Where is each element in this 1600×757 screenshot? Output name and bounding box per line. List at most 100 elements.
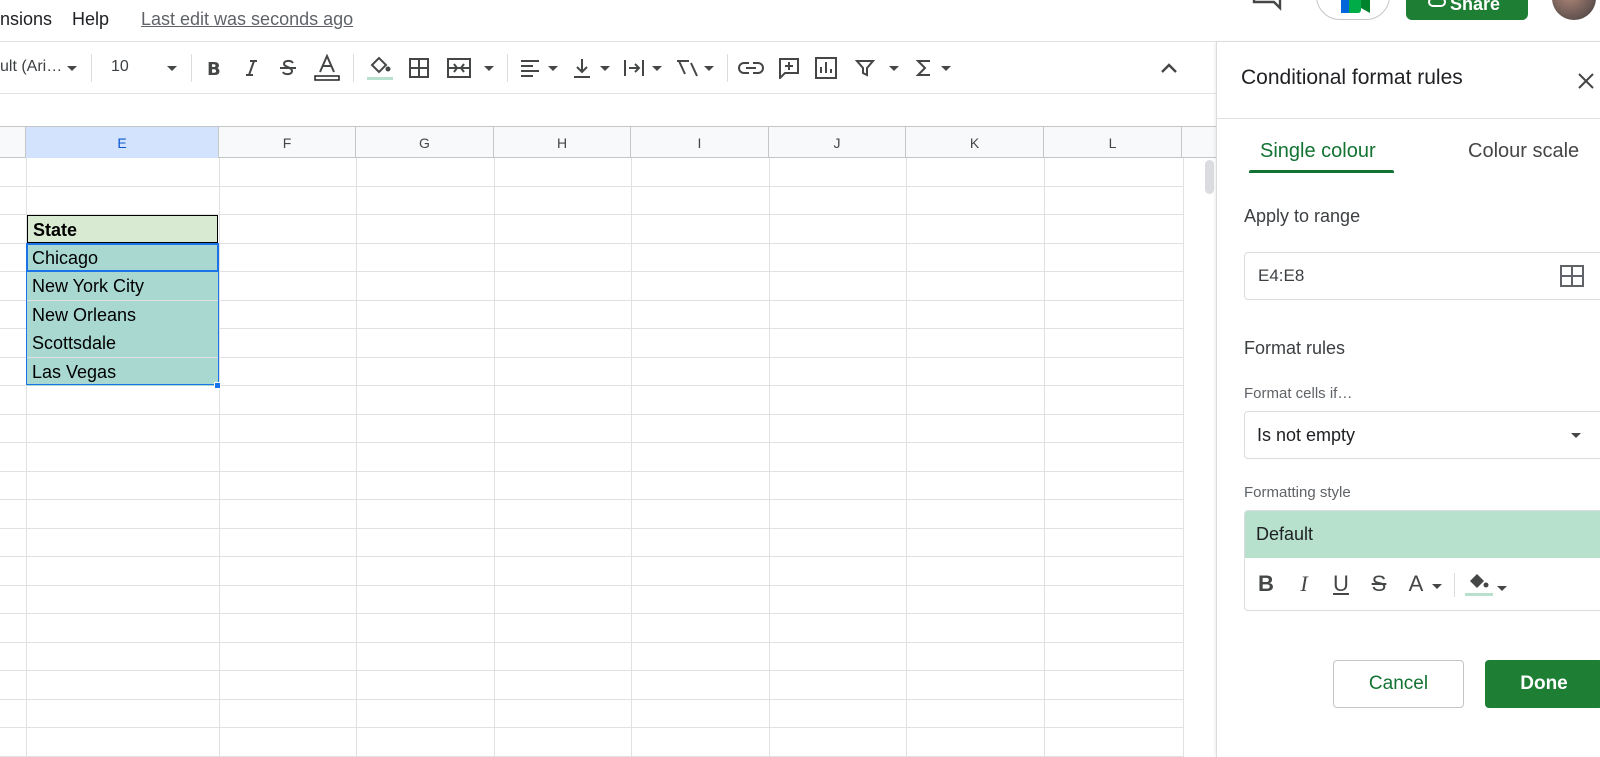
fill-color-icon[interactable] — [366, 54, 394, 82]
chevron-down-icon — [1571, 433, 1581, 438]
formula-bar[interactable] — [0, 94, 1216, 127]
tab-single-colour[interactable]: Single colour — [1260, 140, 1376, 163]
merge-caret-icon[interactable] — [484, 66, 494, 71]
range-input[interactable]: E4:E8 — [1244, 252, 1600, 300]
column-header-l[interactable]: L — [1044, 127, 1182, 158]
borders-icon[interactable] — [405, 54, 433, 82]
column-header-h[interactable]: H — [494, 127, 631, 158]
horizontal-align-caret-icon[interactable] — [548, 66, 558, 71]
menu-help[interactable]: Help — [72, 9, 109, 30]
comment-history-icon[interactable] — [1252, 0, 1286, 18]
text-color-icon[interactable] — [313, 54, 341, 82]
fill-color-caret-icon[interactable] — [1497, 586, 1507, 591]
insert-link-icon[interactable] — [737, 54, 765, 82]
grid-line — [0, 442, 1183, 443]
menu-extensions[interactable]: nsions — [0, 9, 52, 30]
cell-area[interactable]: State Chicago New York City New Orleans … — [0, 158, 1216, 757]
toolbar-divider — [727, 54, 728, 82]
font-size-caret-icon[interactable] — [167, 66, 177, 71]
avatar[interactable] — [1552, 0, 1596, 20]
toolbar-divider — [91, 54, 92, 82]
text-wrapping-caret-icon[interactable] — [652, 66, 662, 71]
strikethrough-icon[interactable] — [274, 54, 302, 82]
toolbar-divider — [353, 54, 354, 82]
row-header-corner — [0, 127, 26, 158]
range-value: E4:E8 — [1258, 266, 1305, 285]
style-fill-color-icon[interactable] — [1465, 569, 1493, 599]
column-header-g[interactable]: G — [356, 127, 494, 158]
bold-icon[interactable]: B — [199, 54, 227, 82]
functions-icon[interactable] — [910, 54, 938, 82]
vertical-align-icon[interactable] — [568, 54, 596, 82]
link-icon — [1428, 0, 1446, 7]
grid-line — [494, 158, 495, 757]
select-range-icon[interactable] — [1560, 265, 1584, 287]
style-italic-icon[interactable]: I — [1290, 569, 1318, 599]
share-label: Share — [1450, 0, 1501, 14]
insert-chart-icon[interactable] — [812, 54, 840, 82]
panel-title: Conditional format rules — [1241, 66, 1463, 89]
column-header-f[interactable]: F — [219, 127, 356, 158]
cell-e3[interactable]: State — [27, 215, 218, 243]
done-button[interactable]: Done — [1485, 660, 1600, 708]
font-family-caret-icon[interactable] — [67, 66, 77, 71]
cell-e5[interactable]: New York City — [27, 272, 218, 300]
svg-text:B: B — [207, 59, 221, 77]
last-edit-link[interactable]: Last edit was seconds ago — [141, 9, 353, 30]
tab-colour-scale[interactable]: Colour scale — [1468, 140, 1579, 163]
text-color-caret-icon[interactable] — [1432, 584, 1442, 589]
grid-line — [0, 585, 1183, 586]
vertical-align-caret-icon[interactable] — [600, 66, 610, 71]
style-text-color-icon[interactable]: A — [1402, 569, 1430, 599]
cell-e8[interactable]: Las Vegas — [27, 358, 218, 386]
fill-handle[interactable] — [214, 382, 221, 389]
share-button[interactable]: Share — [1406, 0, 1528, 20]
grid-line — [0, 414, 1183, 415]
meet-icon — [1341, 0, 1370, 13]
close-icon[interactable] — [1575, 70, 1597, 92]
cancel-button[interactable]: Cancel — [1333, 660, 1464, 708]
condition-select[interactable]: Is not empty — [1244, 411, 1600, 459]
functions-caret-icon[interactable] — [941, 66, 951, 71]
italic-icon[interactable] — [237, 54, 265, 82]
font-size-select[interactable]: 10 — [111, 58, 129, 76]
text-rotation-icon[interactable] — [673, 54, 701, 82]
sheet-grid: E F G H I J K L State Chicago New York C… — [0, 94, 1216, 757]
filter-icon[interactable] — [851, 54, 879, 82]
menu-bar: nsions Help Last edit was seconds ago Sh… — [0, 0, 1600, 42]
column-header-k[interactable]: K — [906, 127, 1044, 158]
style-underline-icon[interactable]: U — [1327, 569, 1355, 599]
text-wrapping-icon[interactable] — [620, 54, 648, 82]
font-family-select[interactable]: ult (Ari… — [0, 58, 62, 76]
collapse-toolbar-icon[interactable] — [1155, 54, 1183, 82]
condition-value: Is not empty — [1257, 425, 1356, 445]
conditional-format-panel: Conditional format rules Single colour C… — [1216, 42, 1600, 757]
toolbar-divider — [191, 54, 192, 82]
column-header-i[interactable]: I — [631, 127, 769, 158]
scrollbar-thumb[interactable] — [1205, 160, 1214, 194]
insert-comment-icon[interactable] — [775, 54, 803, 82]
grid-line — [0, 727, 1183, 728]
formatting-style-label: Formatting style — [1244, 484, 1351, 501]
cell-e7[interactable]: Scottsdale — [27, 329, 218, 357]
vertical-scrollbar[interactable] — [1183, 158, 1216, 757]
column-headers: E F G H I J K L — [0, 127, 1216, 158]
grid-line — [356, 158, 357, 757]
style-bold-icon[interactable]: B — [1252, 569, 1280, 599]
grid-line — [0, 699, 1183, 700]
style-preview[interactable]: Default — [1245, 511, 1600, 558]
grid-line — [0, 186, 1183, 187]
cell-e6[interactable]: New Orleans — [27, 301, 218, 329]
merge-cells-icon[interactable] — [445, 54, 473, 82]
filter-caret-icon[interactable] — [889, 66, 899, 71]
style-strikethrough-icon[interactable]: S — [1365, 569, 1393, 599]
horizontal-align-icon[interactable] — [516, 54, 544, 82]
meet-button[interactable] — [1316, 0, 1390, 20]
toolbar-divider — [507, 54, 508, 82]
column-header-j[interactable]: J — [769, 127, 906, 158]
cell-e4[interactable]: Chicago — [27, 244, 218, 272]
grid-line — [769, 158, 770, 757]
text-rotation-caret-icon[interactable] — [704, 66, 714, 71]
grid-line — [906, 158, 907, 757]
column-header-e[interactable]: E — [26, 127, 219, 158]
